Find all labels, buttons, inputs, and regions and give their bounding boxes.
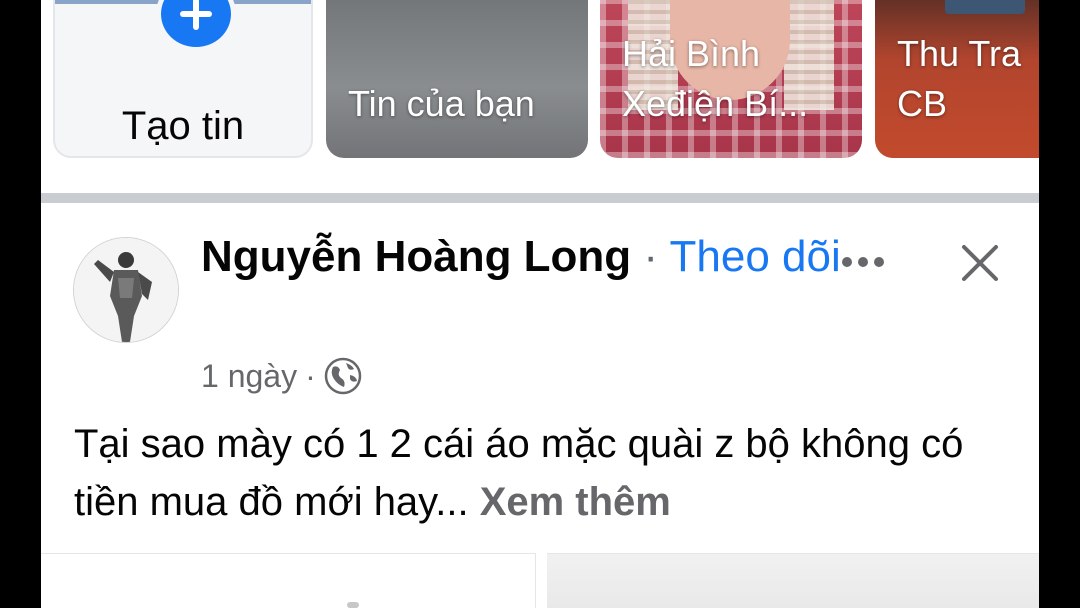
story-name-line1: Thu Tra	[897, 33, 1022, 74]
story-name-line1: Hải Bình	[622, 33, 761, 74]
meta-separator: ·	[305, 357, 316, 394]
story-name-line2: Xeđiện Bí...	[622, 83, 809, 124]
globe-icon[interactable]	[324, 357, 362, 395]
hide-post-button[interactable]	[953, 236, 1007, 290]
more-icon	[842, 257, 884, 267]
post-media-left[interactable]	[41, 553, 536, 608]
story-name-line2: CB	[897, 83, 948, 124]
close-icon	[962, 245, 998, 281]
story-photo-detail	[945, 0, 1025, 14]
post-text: Tại sao mày có 1 2 cái áo mặc quài z bộ …	[74, 415, 1014, 531]
post-author-line: Nguyễn Hoàng Long · Theo dõi	[201, 226, 841, 288]
media-detail	[347, 602, 359, 608]
follow-link[interactable]: Theo dõi	[670, 232, 841, 281]
your-story-label: Tin của bạn	[348, 83, 535, 124]
avatar-photo	[74, 238, 178, 342]
create-story-card[interactable]: Tạo tin	[53, 0, 313, 158]
facebook-feed-screen: Tạo tin Tin của bạn Hải Bình Xeđiện Bí..…	[41, 0, 1039, 608]
separator-dot: ·	[643, 232, 659, 281]
feed-divider	[41, 193, 1039, 203]
post-media-right[interactable]	[547, 553, 1039, 608]
see-more-link[interactable]: Xem thêm	[480, 480, 671, 524]
your-story-card[interactable]: Tin của bạn	[326, 0, 588, 158]
plus-icon[interactable]	[156, 0, 236, 52]
author-name[interactable]: Nguyễn Hoàng Long	[201, 232, 631, 281]
create-story-label: Tạo tin	[121, 104, 245, 148]
story-card-thu-tra[interactable]: Thu Tra CB	[875, 0, 1039, 158]
more-options-button[interactable]	[831, 240, 895, 284]
post-time[interactable]: 1 ngày	[201, 358, 297, 395]
story-card-hai-binh[interactable]: Hải Bình Xeđiện Bí...	[600, 0, 862, 158]
author-avatar[interactable]	[73, 237, 179, 343]
post-meta: 1 ngày ·	[201, 352, 362, 400]
